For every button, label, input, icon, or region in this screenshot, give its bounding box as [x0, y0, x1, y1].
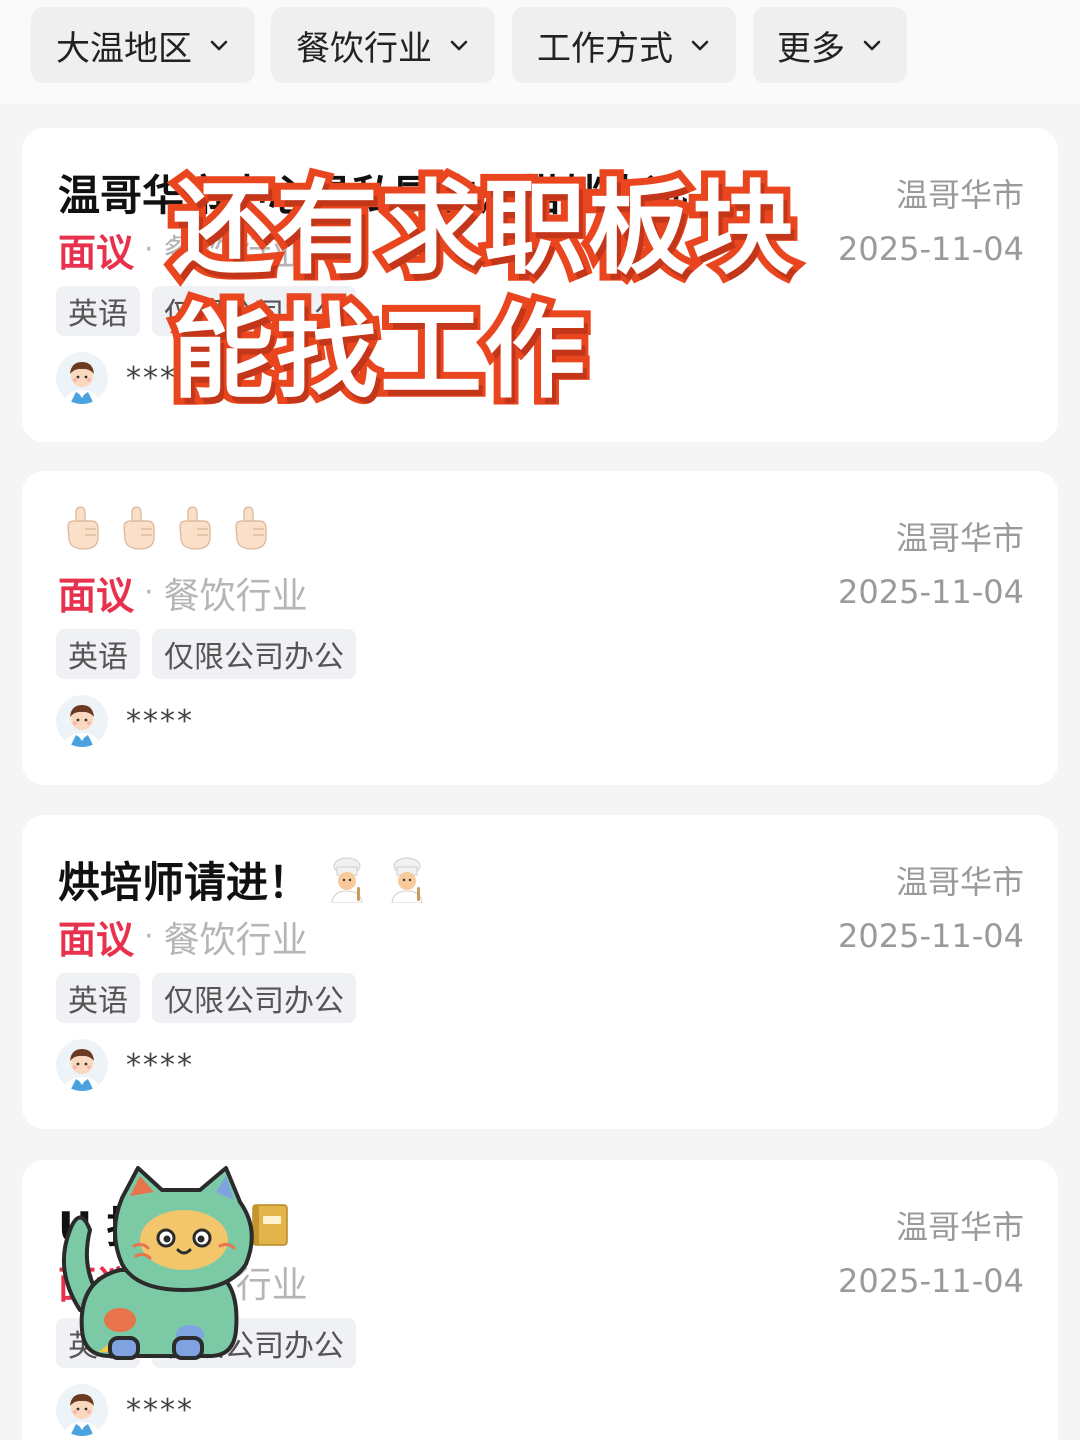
job-city: 温哥华市: [895, 519, 1024, 557]
job-tags: 英语 仅限公司办公: [56, 973, 356, 1023]
job-tags: 英语 仅限公司办公: [56, 629, 356, 679]
separator-dot: ·: [144, 575, 154, 610]
overlay-caption: 还有求职板块 能找工作: [165, 163, 801, 420]
job-industry: 餐饮行业: [163, 575, 308, 617]
avatar: [56, 695, 108, 747]
job-date: 2025-11-04: [838, 1262, 1024, 1300]
job-poster: ****: [56, 695, 194, 747]
caption-line-1: 还有求职板块: [165, 163, 801, 296]
job-city: 温哥华市: [895, 863, 1024, 901]
filter-industry-label: 餐饮行业: [296, 28, 432, 69]
job-salary: 面议: [58, 231, 135, 275]
job-card[interactable]: 面议 · 餐饮行业 英语 仅限公司办公 **** 温哥华市 2025-11-04: [22, 471, 1058, 785]
job-tag: 仅限公司办公: [152, 629, 356, 679]
job-date: 2025-11-04: [838, 230, 1024, 268]
job-salary: 面议: [58, 574, 135, 618]
job-tag: 英语: [56, 629, 140, 679]
separator-dot: ·: [144, 919, 154, 954]
chevron-down-icon: [208, 34, 230, 56]
poster-name: ****: [126, 1047, 194, 1083]
filter-work-mode-label: 工作方式: [537, 28, 673, 69]
chevron-down-icon: [448, 34, 470, 56]
filter-more-label: 更多: [777, 28, 845, 69]
chef-icon: [324, 857, 370, 903]
filter-more[interactable]: 更多: [753, 7, 907, 83]
job-salary: 面议: [58, 918, 135, 962]
poster-name: ****: [126, 703, 194, 739]
job-meta: 面议 · 餐饮行业: [58, 909, 308, 964]
poster-name: ****: [126, 1392, 194, 1428]
chef-icon: [384, 857, 430, 903]
job-city: 温哥华市: [895, 176, 1024, 214]
job-card[interactable]: 烘培师请进！ 面议 · 餐饮行业 英语 仅限公司办公 **** 温哥华市 202…: [22, 815, 1058, 1129]
avatar: [56, 352, 108, 404]
filter-work-mode[interactable]: 工作方式: [512, 7, 736, 83]
caption-line-2: 能找工作: [165, 287, 593, 420]
job-industry: 餐饮行业: [163, 919, 308, 961]
job-poster: ****: [56, 1039, 194, 1091]
filter-bar: 大温地区 餐饮行业 工作方式 更多: [0, 0, 1080, 104]
job-poster: ****: [56, 1384, 194, 1436]
job-meta: 面议 · 餐饮行业: [58, 565, 308, 620]
job-date: 2025-11-04: [838, 573, 1024, 611]
pointing-hand-icon: [226, 505, 272, 551]
job-title-row: [58, 505, 272, 551]
avatar: [56, 1384, 108, 1436]
chevron-down-icon: [689, 34, 711, 56]
job-title-row: 烘培师请进！: [58, 849, 430, 910]
job-tag: 仅限公司办公: [152, 973, 356, 1023]
job-tag: 英语: [56, 286, 140, 336]
job-tag: 英语: [56, 973, 140, 1023]
pointing-hand-icon: [114, 505, 160, 551]
job-date: 2025-11-04: [838, 917, 1024, 955]
job-city: 温哥华市: [895, 1208, 1024, 1246]
avatar: [56, 1039, 108, 1091]
filter-region-label: 大温地区: [56, 28, 192, 69]
pointing-hand-icon: [58, 505, 104, 551]
filter-region[interactable]: 大温地区: [31, 7, 255, 83]
filter-industry[interactable]: 餐饮行业: [271, 7, 495, 83]
separator-dot: ·: [144, 232, 154, 267]
chevron-down-icon: [861, 34, 883, 56]
job-title: 烘培师请进！: [58, 858, 311, 907]
cat-sticker-icon: [61, 1166, 254, 1360]
pointing-hand-icon: [170, 505, 216, 551]
